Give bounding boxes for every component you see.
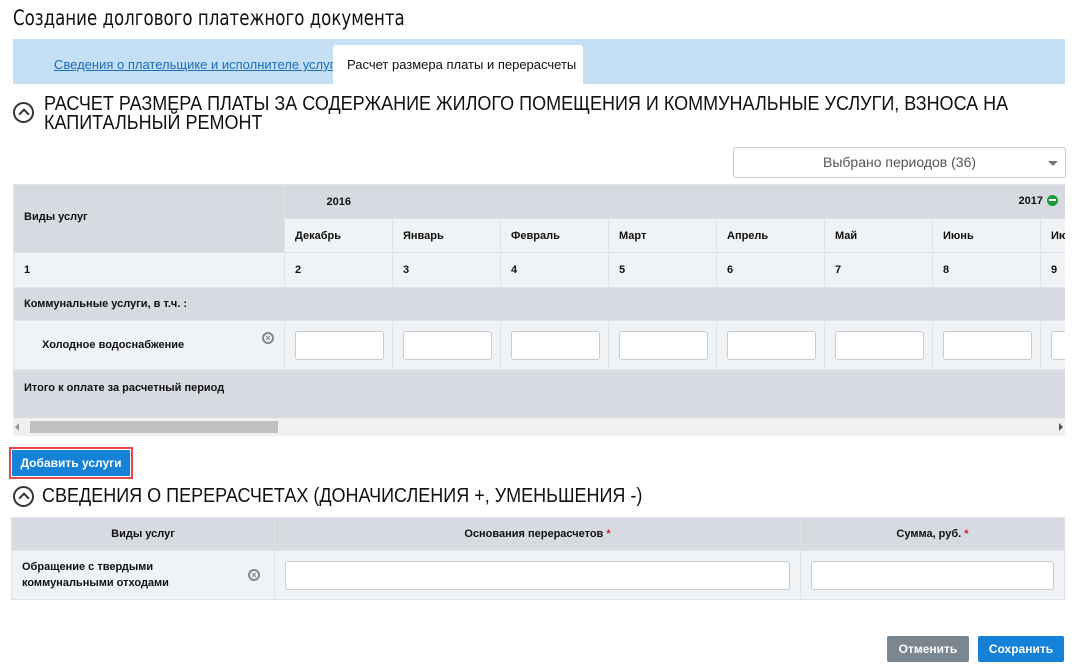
horizontal-scrollbar[interactable] <box>13 418 1065 436</box>
collapse-chevron-icon[interactable] <box>13 102 34 123</box>
month-header: Январь <box>392 218 501 253</box>
amount-input[interactable] <box>511 330 600 360</box>
amount-input[interactable] <box>943 330 1032 360</box>
group-row-communal: Коммунальные услуги, в т.ч. : <box>13 287 1065 321</box>
month-header: Март <box>608 218 717 253</box>
header-services: Виды услуг <box>13 184 285 253</box>
column-number: 6 <box>716 252 825 288</box>
column-number: 8 <box>932 252 1041 288</box>
collapse-chevron-icon[interactable] <box>13 486 34 507</box>
required-mark: * <box>606 528 611 540</box>
tab-payer-info[interactable]: Сведения о плательщике и исполнителе усл… <box>40 45 348 84</box>
calculation-grid: Виды услуг 2016 Декабрь Январь Февраль М… <box>13 184 1065 436</box>
add-services-button[interactable]: Добавить услуги <box>9 447 133 479</box>
scroll-right-icon[interactable] <box>1059 423 1063 431</box>
amount-input[interactable] <box>619 330 708 360</box>
scroll-left-icon[interactable] <box>15 423 19 431</box>
year-2017: 2017 <box>1018 195 1043 207</box>
column-number: 3 <box>392 252 501 288</box>
table-row: Холодное водоснабжение × <box>13 320 1065 370</box>
section-title-recalculations: СВЕДЕНИЯ О ПЕРЕРАСЧЕТАХ (ДОНАЧИСЛЕНИЯ +,… <box>42 485 643 507</box>
year-2016: 2016 <box>284 184 393 219</box>
add-services-label: Добавить услуги <box>12 450 130 476</box>
month-header: Май <box>824 218 933 253</box>
service-name: Холодное водоснабжение <box>42 339 185 351</box>
cancel-button[interactable]: Отменить <box>887 636 969 662</box>
total-row: Итого к оплате за расчетный период <box>13 369 1065 419</box>
month-header: Апрель <box>716 218 825 253</box>
amount-input[interactable] <box>835 330 924 360</box>
reason-input[interactable] <box>285 560 790 590</box>
tab-calculation[interactable]: Расчет размера платы и перерасчеты <box>333 45 583 84</box>
collapse-year-icon[interactable] <box>1047 195 1058 206</box>
month-header: Февраль <box>500 218 609 253</box>
month-header: Июль <box>1039 218 1065 253</box>
amount-input[interactable] <box>1051 330 1065 360</box>
scrollbar-thumb[interactable] <box>30 421 278 433</box>
column-number: 7 <box>824 252 933 288</box>
column-number: 2 <box>284 252 393 288</box>
column-number: 1 <box>13 252 285 288</box>
header-reasons: Основания перерасчетов * <box>274 517 801 551</box>
column-number: 4 <box>500 252 609 288</box>
column-number: 9 <box>1039 252 1065 288</box>
service-name: Обращение с твердыми коммунальными отход… <box>22 561 169 589</box>
sum-input[interactable] <box>811 560 1054 590</box>
period-select[interactable]: Выбрано периодов (36) <box>733 147 1066 178</box>
recalculation-table: Виды услуг Основания перерасчетов * Сумм… <box>11 517 1065 600</box>
header-services: Виды услуг <box>11 517 275 551</box>
section-title-calculation: РАСЧЕТ РАЗМЕРА ПЛАТЫ ЗА СОДЕРЖАНИЕ ЖИЛОГ… <box>44 93 1009 134</box>
amount-input[interactable] <box>727 330 816 360</box>
period-select-value: Выбрано периодов (36) <box>822 154 977 170</box>
month-header: Июнь <box>932 218 1041 253</box>
required-mark: * <box>964 528 969 540</box>
amount-input[interactable] <box>295 330 384 360</box>
save-button[interactable]: Сохранить <box>978 636 1064 662</box>
remove-service-icon[interactable]: × <box>248 569 260 581</box>
tab-bar: Сведения о плательщике и исполнителе усл… <box>13 39 1065 84</box>
chevron-down-icon <box>1048 161 1058 171</box>
header-sum: Сумма, руб. * <box>800 517 1065 551</box>
column-number: 5 <box>608 252 717 288</box>
remove-service-icon[interactable]: × <box>262 332 274 344</box>
amount-input[interactable] <box>403 330 492 360</box>
page-title: Создание долгового платежного документа <box>13 6 405 30</box>
table-row: Обращение с твердыми коммунальными отход… <box>11 550 1065 600</box>
month-header: Декабрь <box>284 218 393 253</box>
